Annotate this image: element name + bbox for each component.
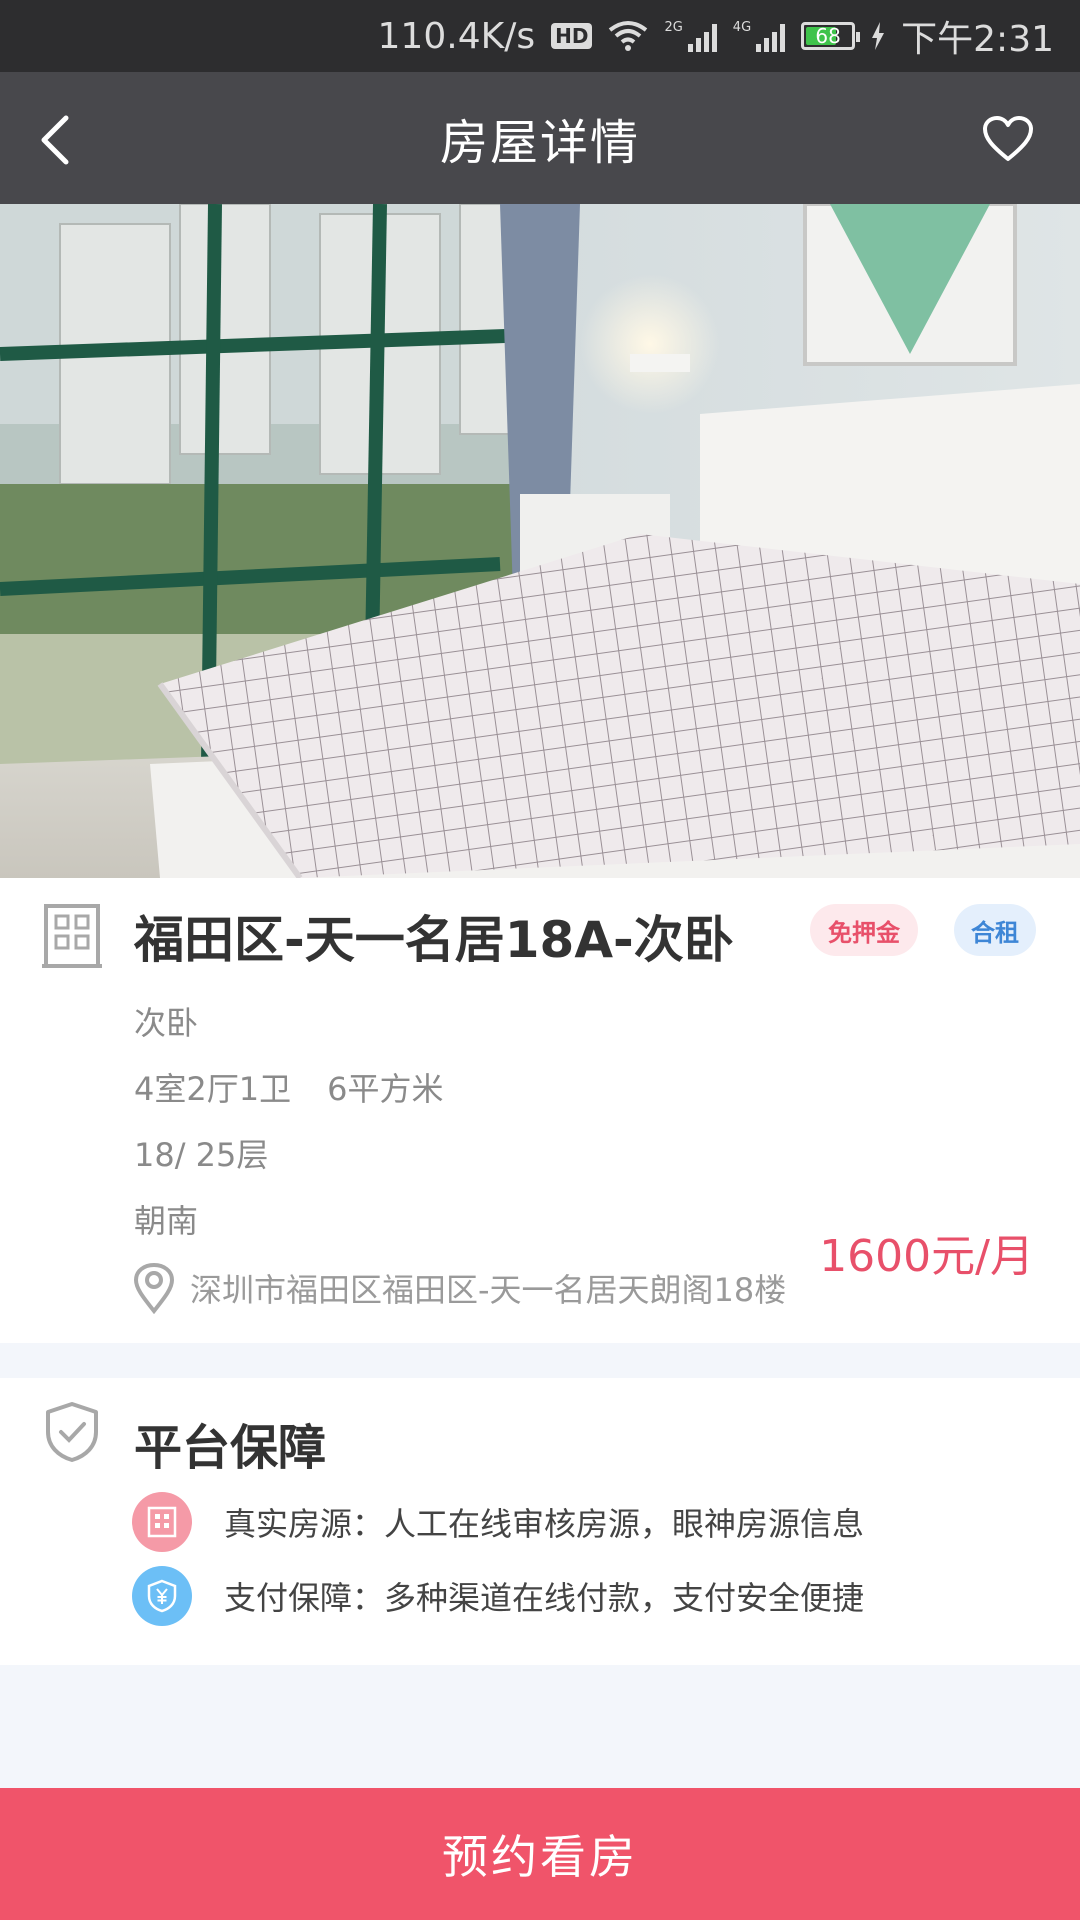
heart-outline-icon[interactable] [982, 116, 1034, 162]
price: 1600元/月 [819, 1231, 1034, 1282]
wifi-icon [609, 21, 648, 51]
signal-icon: 2G [664, 20, 717, 52]
guarantee-item: 支付保障：多种渠道在线付款，支付安全便捷 [132, 1566, 864, 1626]
title-bar: 房屋详情 [0, 72, 1080, 204]
building-icon [42, 904, 102, 968]
floor: 18/ 25层 [134, 1136, 269, 1174]
battery-icon: 68 [801, 22, 861, 50]
shield-yuan-icon [132, 1566, 192, 1626]
layout-area: 4室2厅1卫 6平方米 [134, 1064, 443, 1110]
network-speed: 110.4K/s [377, 15, 536, 57]
address: 深圳市福田区福田区-天一名居天朗阁18楼 [190, 1271, 787, 1309]
platform-guarantee-card: 平台保障 真实房源：人工在线审核房源，眼神房源信息 支付保障：多种渠道在线付款，… [0, 1378, 1080, 1665]
layout: 4室2厅1卫 [134, 1070, 292, 1108]
room-type: 次卧 [134, 1004, 199, 1042]
guarantee-title: 平台保障 [134, 1420, 327, 1476]
orientation: 朝南 [134, 1202, 199, 1240]
area: 6平方米 [327, 1070, 444, 1108]
book-viewing-button[interactable]: 预约看房 [0, 1788, 1080, 1920]
tag-shared-rent: 合租 [954, 904, 1036, 956]
shield-check-icon [46, 1402, 98, 1462]
guarantee-text: 真实房源：人工在线审核房源，眼神房源信息 [224, 1505, 865, 1543]
guarantee-item: 真实房源：人工在线审核房源，眼神房源信息 [132, 1492, 864, 1552]
signal-icon: 4G [733, 20, 786, 52]
hd-icon: HD [551, 23, 593, 49]
listing-info-card: 福田区-天一名居18A-次卧 免押金 合租 次卧 4室2厅1卫 6平方米 18/ … [0, 878, 1080, 1343]
clock: 下午2:31 [901, 19, 1054, 60]
status-bar: 110.4K/s HD 2G 4G 68 下午2:31 [0, 0, 1080, 72]
location-pin-icon [133, 1262, 175, 1314]
building-icon [132, 1492, 192, 1552]
address-row[interactable]: 深圳市福田区福田区-天一名居天朗阁18楼 [132, 1262, 786, 1314]
listing-title: 福田区-天一名居18A-次卧 [134, 911, 734, 969]
tag-no-deposit: 免押金 [810, 904, 918, 956]
guarantee-text: 支付保障：多种渠道在线付款，支付安全便捷 [224, 1579, 865, 1617]
chevron-left-icon[interactable] [36, 112, 76, 168]
charging-icon [872, 22, 885, 50]
page-title: 房屋详情 [439, 115, 640, 171]
room-photo[interactable] [0, 204, 1080, 878]
